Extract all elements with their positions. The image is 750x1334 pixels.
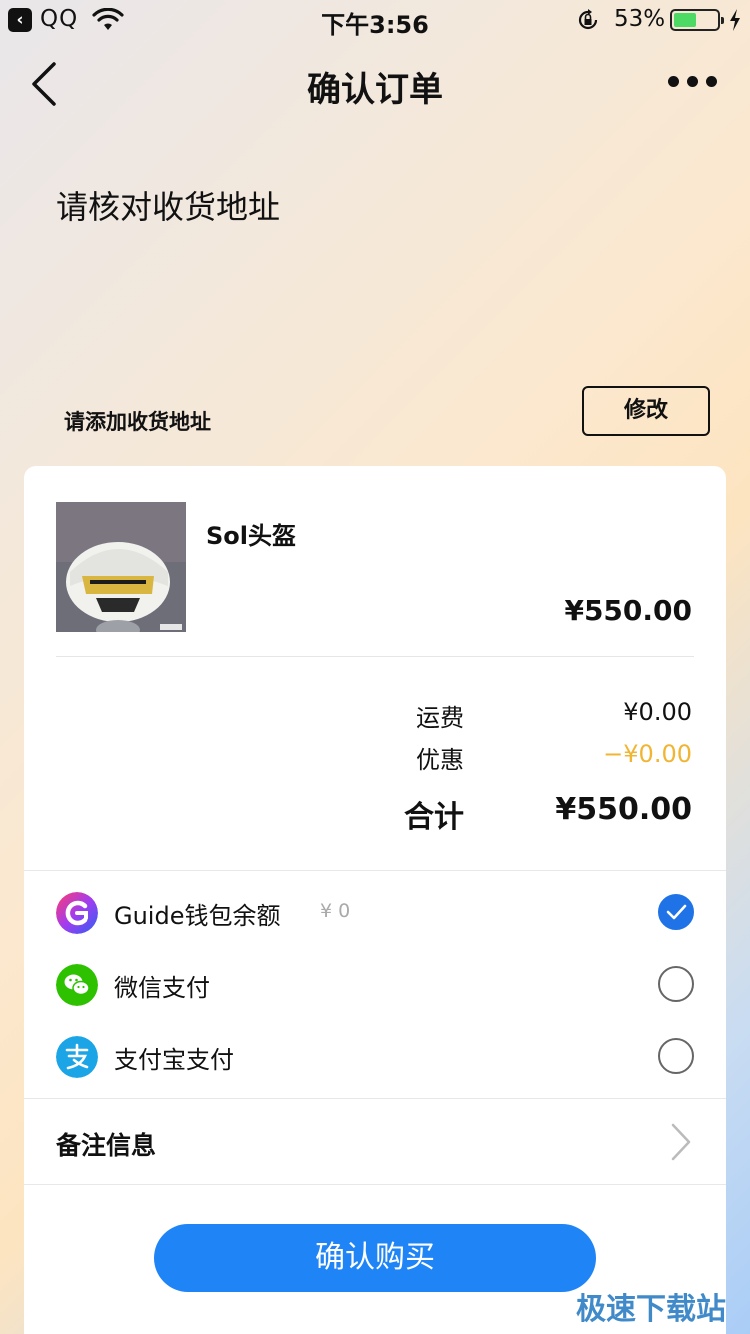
divider <box>24 1098 726 1099</box>
confirm-purchase-button[interactable]: 确认购买 <box>154 1224 596 1292</box>
alipay-icon <box>56 1036 98 1078</box>
divider <box>24 870 726 871</box>
modify-address-button[interactable]: 修改 <box>582 386 710 436</box>
rotation-lock-icon <box>578 9 598 30</box>
guide-wallet-icon <box>56 892 98 934</box>
total-label: 合计 <box>404 800 464 835</box>
shipping-label: 运费 <box>416 704 464 732</box>
chevron-right-icon[interactable] <box>670 1122 692 1162</box>
battery-icon <box>670 9 724 31</box>
discount-label: 优惠 <box>416 746 464 774</box>
payment-label: Guide钱包余额 <box>114 902 281 930</box>
page-title: 确认订单 <box>307 70 443 110</box>
checkmark-icon <box>666 904 687 920</box>
product-image <box>56 502 186 632</box>
total-value: ¥550.00 <box>555 792 692 827</box>
payment-label: 微信支付 <box>114 974 210 1002</box>
payment-radio[interactable] <box>658 1038 694 1074</box>
divider <box>56 656 694 657</box>
divider <box>24 1184 726 1185</box>
battery-percent: 53% <box>614 6 666 32</box>
product-name: Sol头盔 <box>206 522 296 550</box>
remark-label[interactable]: 备注信息 <box>56 1126 156 1162</box>
payment-option-wechat[interactable]: 微信支付 <box>24 956 726 1016</box>
wallet-balance: ¥ 0 <box>320 900 351 922</box>
status-bar: ‹ QQ 下午3:56 53% <box>0 0 750 40</box>
watermark-text: 极速下载站 <box>576 1292 726 1327</box>
payment-radio[interactable] <box>658 966 694 1002</box>
charging-icon <box>730 9 740 31</box>
shipping-value: ¥0.00 <box>623 698 692 726</box>
discount-value: −¥0.00 <box>603 740 692 768</box>
more-options-icon[interactable] <box>664 74 720 90</box>
payment-label: 支付宝支付 <box>114 1046 234 1074</box>
payment-option-guide-wallet[interactable]: Guide钱包余额 ¥ 0 <box>24 884 726 944</box>
wechat-pay-icon <box>56 964 98 1006</box>
address-heading: 请核对收货地址 <box>56 188 281 226</box>
product-price: ¥550.00 <box>564 594 692 627</box>
payment-option-alipay[interactable]: 支付宝支付 <box>24 1028 726 1088</box>
payment-radio-checked[interactable] <box>658 894 694 930</box>
order-card: Sol头盔 ¥550.00 运费 ¥0.00 优惠 −¥0.00 合计 ¥550… <box>24 466 726 1334</box>
address-placeholder[interactable]: 请添加收货地址 <box>64 406 211 436</box>
